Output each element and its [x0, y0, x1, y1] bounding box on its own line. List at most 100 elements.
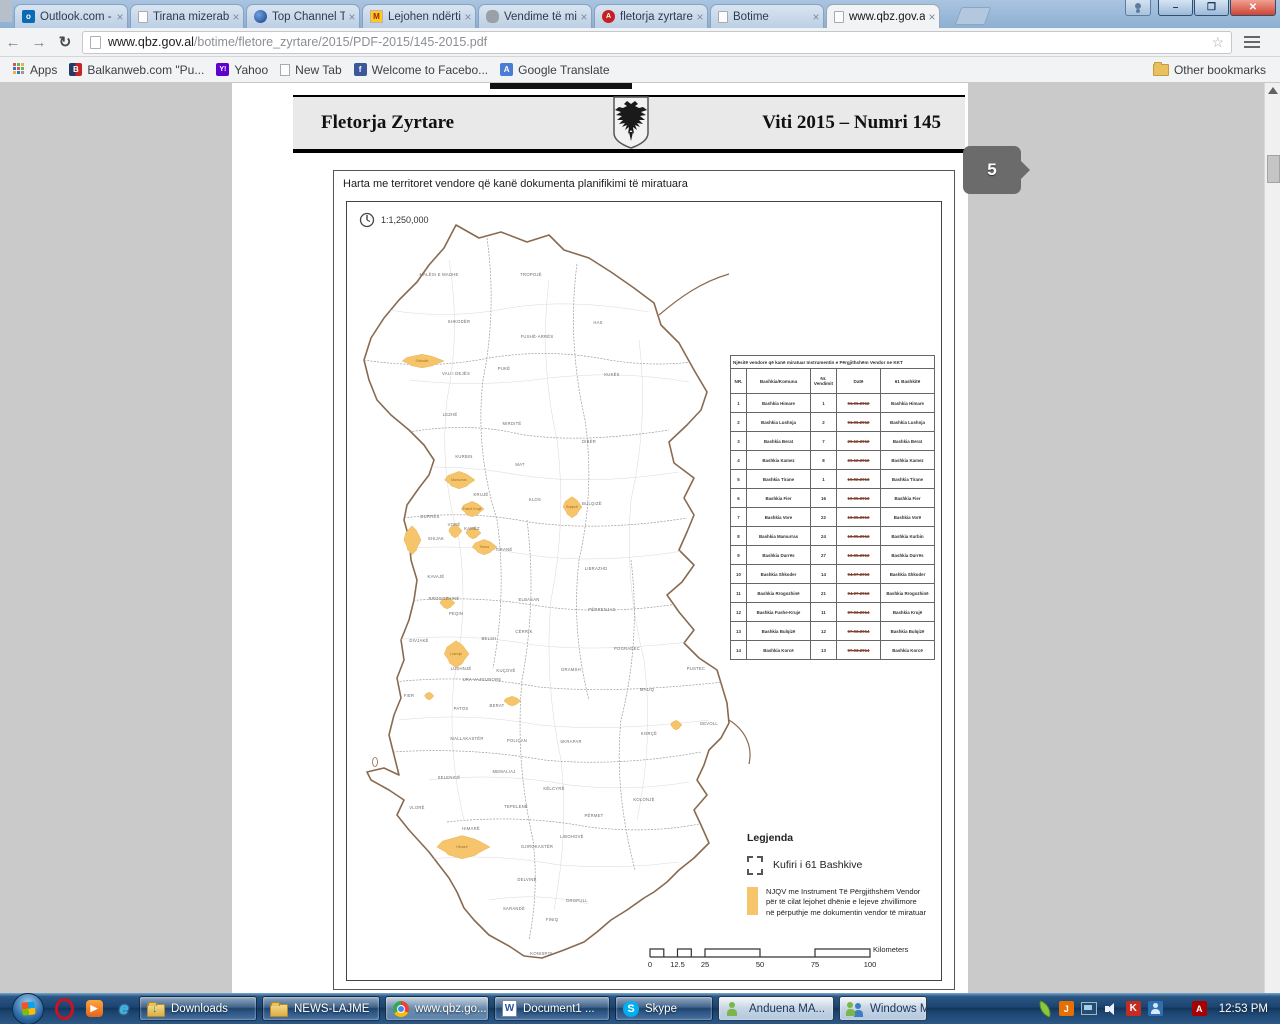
table-cell: Bashkia Korcë [881, 641, 935, 660]
table-cell: 8 [731, 527, 747, 546]
bookmark-star-icon[interactable]: ☆ [1211, 34, 1224, 51]
page-icon [280, 64, 290, 76]
chrome-icon [393, 1001, 409, 1017]
taskbar-button-news-lajme[interactable]: NEWS-LAJME [262, 996, 380, 1021]
table-cell: Bashkia Tirane [747, 470, 811, 489]
page-favicon-icon [718, 11, 728, 23]
volume-tray-icon[interactable] [1104, 1001, 1119, 1016]
district-label: POGRADEC [614, 646, 640, 651]
reload-button[interactable]: ↻ [52, 33, 78, 51]
leaf-tray-icon[interactable] [1036, 1000, 1053, 1017]
taskbar-button-document1-[interactable]: WDocument1 ... [494, 996, 610, 1021]
bookmark-item[interactable]: fWelcome to Facebo... [354, 63, 489, 77]
navigation-bar: ← → ↻ www.qbz.gov.al/botime/fletore_zyrt… [0, 28, 1280, 57]
district-label: ELBASAN [518, 597, 539, 602]
table-row: 1Bashkia Himare101.06.2012Bashkia Himare [731, 394, 935, 413]
url-host: www.qbz.gov.al [108, 35, 194, 49]
adobe-tray-icon[interactable]: A [1192, 1001, 1207, 1016]
browser-tab[interactable]: oOutlook.com -× [14, 4, 128, 28]
other-bookmarks-button[interactable]: Other bookmarks [1153, 63, 1266, 77]
taskbar-button-windows-me-[interactable]: Windows Me... [839, 996, 927, 1021]
table-cell: Bashkia Durrës [747, 546, 811, 565]
district-label: HIMARË [462, 826, 480, 831]
district-label: PËRMET [585, 813, 604, 818]
profile-button[interactable] [1125, 0, 1151, 16]
neighbor-border [729, 720, 750, 764]
table-cell: Bashkia Tirane [881, 470, 935, 489]
task-buttons: DownloadsNEWS-LAJMEwww.qbz.go...WDocumen… [134, 996, 927, 1021]
taskbar-clock[interactable]: 12:53 PM [1219, 1003, 1268, 1015]
scroll-up-icon[interactable] [1268, 87, 1278, 94]
action-flag-tray-icon[interactable] [1170, 1001, 1185, 1016]
legend-orange-label: NJQV me Instrument Të Përgjithshëm Vendo… [766, 887, 926, 918]
tab-close-icon[interactable]: × [693, 10, 707, 24]
gazette-issue: Viti 2015 – Numri 145 [651, 112, 965, 134]
tab-close-icon[interactable]: × [229, 10, 243, 24]
yahoo-icon: Y! [216, 63, 229, 76]
maximize-button[interactable]: ❐ [1194, 0, 1229, 16]
folder-icon [1153, 64, 1169, 76]
tab-close-icon[interactable]: × [345, 10, 359, 24]
back-button[interactable]: ← [0, 34, 26, 51]
table-row: 7Bashkia Vore2210.05.2013Bashkia Vorë [731, 508, 935, 527]
district-label: FIER [404, 693, 415, 698]
media-player-quicklaunch-icon[interactable]: ▶ [84, 999, 104, 1019]
table-row: 3Bashkia Berat720.12.2012Bashkia Berat [731, 432, 935, 451]
browser-tab[interactable]: Vendime të mi× [478, 4, 592, 28]
browser-tab[interactable]: Afletorja zyrtare× [594, 4, 708, 28]
taskbar-button-skype[interactable]: SSkype [615, 996, 713, 1021]
bookmark-item[interactable]: New Tab [280, 63, 341, 77]
browser-tab[interactable]: Top Channel TV× [246, 4, 360, 28]
table-cell: 07.03.2014 [837, 603, 881, 622]
scrollbar-thumb[interactable] [1267, 155, 1280, 183]
table-cell: 01.06.2012 [837, 413, 881, 432]
display-tray-icon[interactable] [1081, 1002, 1097, 1015]
district-label: VAU I DEJËS [442, 371, 470, 376]
page-favicon-icon [138, 11, 148, 23]
chrome-menu-icon[interactable] [1244, 36, 1260, 48]
district-label: MEMALIAJ [493, 769, 516, 774]
address-bar[interactable]: www.qbz.gov.al/botime/fletore_zyrtare/20… [82, 31, 1232, 54]
browser-tab[interactable]: www.qbz.gov.a× [826, 4, 940, 28]
close-button[interactable]: ✕ [1230, 0, 1276, 16]
minimize-button[interactable]: – [1158, 0, 1193, 16]
taskbar-button-downloads[interactable]: Downloads [139, 996, 257, 1021]
bookmark-item[interactable]: BBalkanweb.com "Pu... [69, 63, 204, 77]
table-cell: Bashkia Shkoder [747, 565, 811, 584]
table-cell: Bashkia Kamez [881, 451, 935, 470]
vertical-scrollbar[interactable] [1264, 83, 1280, 993]
bookmark-item[interactable]: Y!Yahoo [216, 63, 268, 77]
browser-tab[interactable]: Tirana mizerab× [130, 4, 244, 28]
taskbar-button-anduena-ma-[interactable]: Anduena MA... [718, 996, 834, 1021]
bookmark-item[interactable]: Apps [12, 63, 57, 77]
district-label: FINIQ [546, 917, 559, 922]
tab-close-icon[interactable]: × [925, 10, 939, 24]
tab-close-icon[interactable]: × [461, 10, 475, 24]
taskbar-button-www-qbz-go-[interactable]: www.qbz.go... [385, 996, 489, 1021]
tab-close-icon[interactable]: × [113, 10, 127, 24]
folder-icon [270, 1004, 288, 1017]
tab-title: Lejohen ndërtim [388, 11, 461, 23]
table-cell: 1 [811, 470, 837, 489]
forward-button[interactable]: → [26, 34, 52, 51]
java-tray-icon[interactable]: J [1059, 1001, 1074, 1016]
kaspersky-tray-icon[interactable]: K [1126, 1001, 1141, 1016]
start-button[interactable] [12, 993, 44, 1024]
apps-icon [12, 63, 25, 76]
table-cell: 07.03.2014 [837, 641, 881, 660]
bookmark-item[interactable]: AGoogle Translate [500, 63, 609, 77]
new-tab-button[interactable] [955, 7, 992, 25]
page-number-tooltip: 5 [963, 146, 1021, 194]
internet-explorer-quicklaunch-icon[interactable]: e [114, 999, 134, 1019]
opera-quicklaunch-icon[interactable] [54, 999, 74, 1019]
tab-close-icon[interactable]: × [809, 10, 823, 24]
browser-tab[interactable]: Botime× [710, 4, 824, 28]
district-label: MALIQ [640, 687, 655, 692]
district-label: DELVINË [517, 877, 536, 882]
msn-icon [847, 1001, 864, 1017]
user-tray-icon[interactable] [1148, 1001, 1163, 1016]
browser-tab[interactable]: MLejohen ndërtim× [362, 4, 476, 28]
table-cell: 7 [731, 508, 747, 527]
url-path: /botime/fletore_zyrtare/2015/PDF-2015/14… [194, 35, 487, 49]
tab-close-icon[interactable]: × [577, 10, 591, 24]
